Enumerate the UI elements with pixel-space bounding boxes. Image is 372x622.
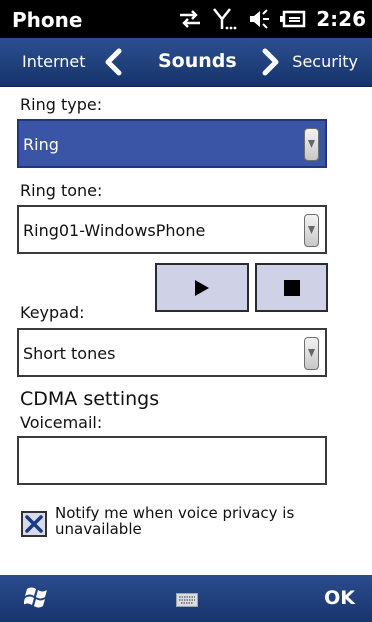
windows-start-icon[interactable] [23, 586, 52, 614]
ring-type-value: Ring [23, 135, 59, 154]
status-icons: 2:26 [178, 7, 366, 31]
app-title: Phone [12, 8, 83, 32]
play-icon [195, 279, 209, 296]
dropdown-arrow-icon[interactable] [304, 128, 319, 161]
voicemail-input[interactable] [17, 436, 327, 485]
ring-tone-select[interactable]: Ring01-WindowsPhone [17, 205, 327, 254]
dropdown-arrow-icon[interactable] [304, 214, 319, 247]
voicemail-label: Voicemail: [20, 413, 103, 432]
cdma-settings-heading: CDMA settings [20, 388, 160, 410]
tab-previous[interactable]: Internet [22, 52, 86, 71]
tab-current: Sounds [158, 50, 237, 72]
speaker-icon[interactable] [248, 8, 270, 30]
voice-privacy-label[interactable]: Notify me when voice privacy is unavaila… [55, 505, 315, 537]
check-mark-icon [25, 515, 43, 533]
battery-icon[interactable] [280, 10, 306, 28]
keypad-value: Short tones [23, 344, 116, 363]
keypad-label: Keypad: [20, 303, 85, 322]
clock: 2:26 [316, 7, 366, 31]
signal-icon[interactable] [212, 7, 238, 31]
chevron-right-icon[interactable] [262, 48, 280, 80]
ring-tone-label: Ring tone: [20, 181, 103, 200]
ring-type-label: Ring type: [20, 95, 103, 114]
tab-navigation: Internet Sounds Security [0, 38, 372, 87]
play-button[interactable] [155, 263, 249, 312]
data-sync-icon [178, 9, 202, 29]
dropdown-arrow-icon[interactable] [304, 337, 319, 370]
status-bar: Phone 2:26 [0, 0, 372, 38]
voice-privacy-checkbox[interactable] [21, 511, 47, 537]
ring-type-select[interactable]: Ring [17, 119, 327, 168]
softkey-bar: OK [0, 575, 372, 622]
stop-icon [283, 279, 300, 296]
ring-tone-value: Ring01-WindowsPhone [23, 221, 206, 240]
tab-next[interactable]: Security [292, 52, 358, 71]
keypad-select[interactable]: Short tones [17, 328, 327, 377]
chevron-left-icon[interactable] [104, 48, 122, 80]
ok-button[interactable]: OK [324, 587, 355, 609]
stop-button[interactable] [255, 263, 328, 312]
keyboard-icon[interactable] [176, 592, 198, 611]
